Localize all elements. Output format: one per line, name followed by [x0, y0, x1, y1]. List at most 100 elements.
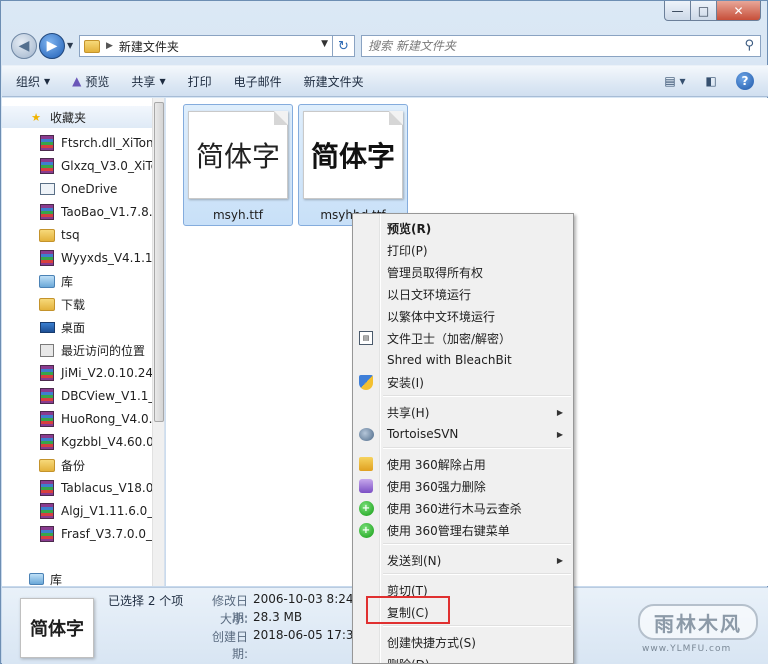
- context-menu-item[interactable]: 安装(I): [355, 371, 571, 393]
- chevron-down-icon: ▼: [67, 41, 74, 50]
- search-box[interactable]: ⚲: [361, 35, 761, 57]
- selection-thumbnail: 简体字: [20, 598, 94, 658]
- search-input[interactable]: [362, 36, 732, 56]
- archive-icon: [39, 365, 55, 381]
- archive-icon: [39, 480, 55, 496]
- nav-item-label: Wyyxds_V4.1.1.: [61, 251, 152, 265]
- archive-icon: [39, 250, 55, 266]
- file-item[interactable]: 简体字 msyh.ttf: [183, 104, 293, 226]
- context-menu-item[interactable]: + 使用 360进行木马云查杀: [355, 497, 571, 519]
- file-item[interactable]: 简体字 msyhbd.ttf: [298, 104, 408, 226]
- preview-label: 预览: [85, 74, 110, 89]
- nav-scroll-thumb[interactable]: [154, 102, 164, 422]
- nav-item[interactable]: tsq: [2, 224, 152, 246]
- context-menu-item-label: 使用 360管理右键菜单: [387, 523, 510, 538]
- context-menu-item[interactable]: 使用 360解除占用: [355, 453, 571, 475]
- refresh-button[interactable]: ↻: [333, 35, 355, 57]
- menu-separator: [383, 395, 571, 397]
- context-menu-item[interactable]: 删除(D): [355, 653, 571, 664]
- forward-button[interactable]: ▶: [39, 33, 65, 59]
- navigation-pane: ★ 收藏夹 Ftsrch.dll_XiTon Glxzq_V3.0_XiTo One…: [2, 98, 165, 586]
- star-icon: ★: [31, 110, 41, 124]
- archive-icon: [39, 204, 55, 220]
- address-dropdown-icon[interactable]: ▼: [321, 39, 328, 49]
- context-menu-item-label: 管理员取得所有权: [387, 265, 484, 280]
- nav-item[interactable]: 最近访问的位置: [2, 339, 152, 361]
- modified-value: 2006-10-03 8:24: [253, 592, 354, 606]
- context-menu-item[interactable]: 以日文环境运行: [355, 283, 571, 305]
- nav-item[interactable]: DBCView_V1.1_: [2, 385, 152, 407]
- context-menu-item-label: 删除(D): [387, 656, 430, 664]
- nav-item[interactable]: HuoRong_V4.0.: [2, 408, 152, 430]
- context-menu-item[interactable]: 打印(P): [355, 239, 571, 261]
- context-menu-item[interactable]: Shred with BleachBit: [355, 349, 571, 371]
- 360-icon: +: [358, 500, 374, 516]
- nav-item-label: DBCView_V1.1_: [61, 389, 152, 403]
- preview-pane-icon[interactable]: ◧: [700, 72, 722, 90]
- tortoisesvn-icon: [358, 426, 374, 442]
- new-folder-label: 新建文件夹: [303, 74, 364, 89]
- print-label: 打印: [187, 74, 212, 89]
- change-view-icon[interactable]: ▤ ▾: [664, 72, 686, 90]
- nav-item[interactable]: Algj_V1.11.6.0_X: [2, 500, 152, 522]
- nav-item[interactable]: 下载: [2, 293, 152, 315]
- watermark-url: www.YLMFU.com: [642, 644, 732, 654]
- context-menu-item-label: 共享(H): [387, 405, 430, 420]
- breadcrumb-current[interactable]: 新建文件夹: [119, 38, 179, 55]
- context-menu-item-label: 使用 360解除占用: [387, 457, 486, 472]
- nav-item[interactable]: TaoBao_V1.7.8.: [2, 201, 152, 223]
- context-menu-item[interactable]: 共享(H) ▶: [355, 401, 571, 423]
- help-icon[interactable]: ?: [736, 72, 754, 90]
- nav-item[interactable]: OneDrive: [2, 178, 152, 200]
- preview-button[interactable]: ▲ 预览: [72, 73, 109, 90]
- share-button[interactable]: 共享 ▼: [131, 73, 165, 90]
- context-menu-item-label: 打印(P): [387, 243, 428, 258]
- nav-item-label: Glxzq_V3.0_XiTo: [61, 159, 152, 173]
- organize-button[interactable]: 组织 ▼: [16, 73, 50, 90]
- nav-item[interactable]: Frasf_V3.7.0.0_X: [2, 523, 152, 545]
- nav-item[interactable]: 库: [2, 270, 152, 292]
- context-menu-item[interactable]: 预览(R): [355, 217, 571, 239]
- archive-icon: [39, 434, 55, 450]
- context-menu-item-label: 发送到(N): [387, 553, 442, 568]
- recent-pages-button[interactable]: ▼: [67, 41, 73, 50]
- minimize-button[interactable]: —: [664, 1, 691, 21]
- context-menu-item[interactable]: 使用 360强力删除: [355, 475, 571, 497]
- nav-library-root[interactable]: 库: [2, 568, 152, 586]
- nav-item[interactable]: 桌面: [2, 316, 152, 338]
- maximize-button[interactable]: □: [691, 1, 717, 21]
- nav-scrollbar[interactable]: [152, 98, 164, 586]
- nav-item[interactable]: Wyyxds_V4.1.1.: [2, 247, 152, 269]
- context-menu-item[interactable]: 发送到(N) ▶: [355, 549, 571, 571]
- context-menu-item[interactable]: 创建快捷方式(S): [355, 631, 571, 653]
- menu-separator: [383, 447, 571, 449]
- library-icon: [39, 273, 55, 289]
- context-menu-item-label: TortoiseSVN: [387, 427, 459, 441]
- email-button[interactable]: 电子邮件: [234, 73, 282, 90]
- nav-item[interactable]: Ftsrch.dll_XiTon: [2, 132, 152, 154]
- context-menu-item[interactable]: ▤ 文件卫士（加密/解密）: [355, 327, 571, 349]
- refresh-icon: ↻: [338, 38, 349, 54]
- uac-shield-icon: [358, 374, 374, 390]
- nav-item[interactable]: Kgzbbl_V4.60.0: [2, 431, 152, 453]
- nav-item[interactable]: 备份: [2, 454, 152, 476]
- close-button[interactable]: ✕: [717, 1, 761, 21]
- context-menu-item[interactable]: 管理员取得所有权: [355, 261, 571, 283]
- nav-item[interactable]: Glxzq_V3.0_XiTo: [2, 155, 152, 177]
- context-menu-item[interactable]: TortoiseSVN ▶: [355, 423, 571, 445]
- nav-item[interactable]: JiMi_V2.0.10.24_: [2, 362, 152, 384]
- created-value: 2018-06-05 17:38: [253, 628, 362, 642]
- menu-separator: [383, 573, 571, 575]
- nav-item-label: JiMi_V2.0.10.24_: [61, 366, 152, 380]
- context-menu-item[interactable]: + 使用 360管理右键菜单: [355, 519, 571, 541]
- search-icon[interactable]: ⚲: [744, 38, 754, 53]
- context-menu-item[interactable]: 以繁体中文环境运行: [355, 305, 571, 327]
- print-button[interactable]: 打印: [188, 73, 212, 90]
- size-label: 大小:: [219, 612, 248, 626]
- new-folder-button[interactable]: 新建文件夹: [304, 73, 364, 90]
- nav-favorites[interactable]: ★ 收藏夹: [2, 106, 152, 128]
- nav-item[interactable]: Tablacus_V18.0: [2, 477, 152, 499]
- back-button[interactable]: ◀: [11, 33, 37, 59]
- address-bar[interactable]: ▶ 新建文件夹 ▼: [79, 35, 333, 57]
- navigation-bar: ◀ ▶ ▼ ▶ 新建文件夹 ▼ ↻ ⚲: [9, 31, 761, 61]
